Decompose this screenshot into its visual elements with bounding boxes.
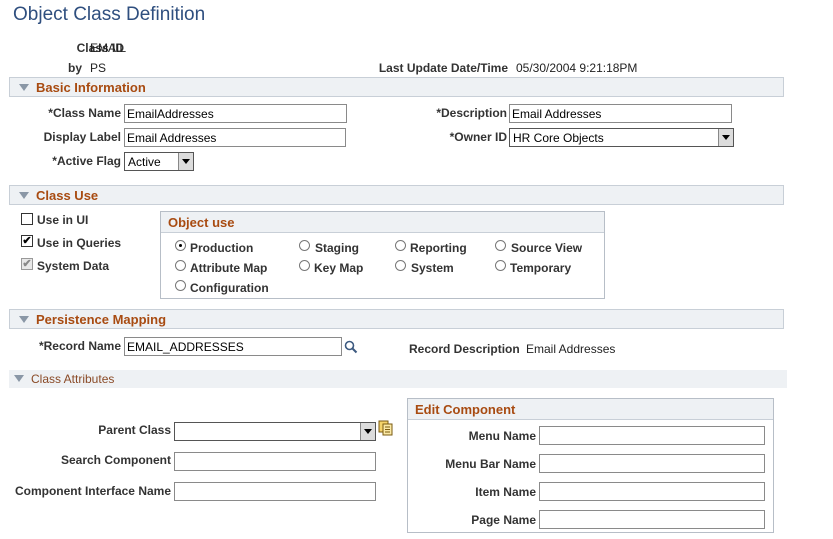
display-label-input[interactable]: Email Addresses [124, 128, 346, 147]
radio-system[interactable] [395, 260, 406, 271]
radio-label-configuration: Configuration [190, 281, 269, 295]
last-update-value: 05/30/2004 9:21:18PM [516, 61, 638, 75]
radio-label-reporting: Reporting [410, 241, 467, 255]
menu-bar-name-label: Menu Bar Name [445, 457, 536, 471]
chevron-down-icon[interactable] [360, 423, 375, 440]
active-flag-label: *Active Flag [52, 154, 121, 168]
magnifier-icon[interactable] [344, 340, 358, 354]
collapse-arrow-icon [19, 316, 29, 323]
radio-temporary[interactable] [495, 260, 506, 271]
parent-class-label: Parent Class [98, 423, 171, 437]
chevron-down-icon[interactable] [178, 153, 193, 170]
use-in-ui-label: Use in UI [37, 213, 89, 227]
radio-reporting[interactable] [395, 240, 406, 251]
object-use-title: Object use [168, 215, 235, 230]
owner-id-value: HR Core Objects [513, 131, 604, 145]
system-data-label: System Data [37, 259, 110, 273]
use-in-queries-checkbox[interactable]: ✔ [21, 235, 33, 247]
radio-label-source-view: Source View [511, 241, 583, 255]
page-name-input[interactable] [539, 510, 765, 529]
system-data-checkbox: ✔ [21, 258, 33, 270]
menu-name-label: Menu Name [468, 429, 536, 443]
menu-bar-name-input[interactable] [539, 454, 765, 473]
radio-label-key-map: Key Map [314, 261, 364, 275]
description-input[interactable]: Email Addresses [509, 104, 732, 123]
parent-class-select[interactable] [174, 422, 376, 441]
last-update-label: Last Update Date/Time [378, 61, 508, 75]
section-title: Class Attributes [31, 372, 115, 386]
use-in-ui-checkbox[interactable] [21, 213, 33, 225]
class-id-value: EMAIL [90, 41, 127, 55]
edit-component-header: Edit Component [408, 399, 773, 420]
search-component-input[interactable] [174, 452, 376, 471]
persistence-mapping-header[interactable]: Persistence Mapping [9, 309, 784, 329]
radio-key-map[interactable] [299, 260, 310, 271]
owner-id-label: *Owner ID [449, 130, 507, 144]
component-interface-label: Component Interface Name [14, 484, 171, 498]
section-title: Class Use [36, 188, 99, 203]
record-name-input[interactable]: EMAIL_ADDRESSES [124, 337, 342, 356]
radio-label-production: Production [190, 241, 254, 255]
section-title: Persistence Mapping [36, 312, 167, 327]
class-name-input[interactable]: EmailAddresses [124, 104, 347, 123]
radio-production[interactable] [175, 240, 186, 251]
radio-attribute-map[interactable] [175, 260, 186, 271]
radio-configuration[interactable] [175, 280, 186, 291]
radio-label-attribute-map: Attribute Map [190, 261, 268, 275]
collapse-arrow-icon [19, 84, 29, 91]
record-description-value: Email Addresses [526, 342, 616, 356]
owner-id-select[interactable]: HR Core Objects [509, 128, 734, 147]
page-title: Object Class Definition [13, 4, 206, 25]
search-component-label: Search Component [60, 453, 171, 467]
record-name-label: *Record Name [38, 339, 121, 353]
class-use-header[interactable]: Class Use [9, 185, 784, 205]
by-value: PS [90, 61, 107, 75]
by-label: by [67, 61, 82, 75]
radio-label-system: System [411, 261, 454, 275]
chevron-down-icon[interactable] [718, 129, 733, 146]
record-description-label: Record Description [409, 342, 520, 356]
radio-staging[interactable] [299, 240, 310, 251]
radio-label-staging: Staging [315, 241, 359, 255]
radio-label-temporary: Temporary [510, 261, 572, 275]
collapse-arrow-icon [19, 192, 29, 199]
prompt-list-icon[interactable] [378, 420, 394, 436]
class-name-label: *Class Name [48, 106, 121, 120]
class-attributes-header[interactable]: Class Attributes [9, 370, 787, 388]
active-flag-select[interactable]: Active [124, 152, 194, 171]
menu-name-input[interactable] [539, 426, 765, 445]
radio-source-view[interactable] [495, 240, 506, 251]
description-label: *Description [436, 106, 507, 120]
basic-information-header[interactable]: Basic Information [9, 77, 784, 97]
component-interface-input[interactable] [174, 482, 376, 501]
item-name-input[interactable] [539, 482, 765, 501]
item-name-label: Item Name [475, 485, 536, 499]
section-title: Basic Information [36, 80, 146, 95]
display-label-label: Display Label [43, 130, 121, 144]
active-flag-value: Active [128, 155, 161, 169]
use-in-queries-label: Use in Queries [37, 236, 122, 250]
object-use-header: Object use [161, 212, 604, 233]
page-name-label: Page Name [471, 513, 536, 527]
edit-component-title: Edit Component [415, 402, 516, 417]
collapse-arrow-icon [14, 375, 24, 382]
